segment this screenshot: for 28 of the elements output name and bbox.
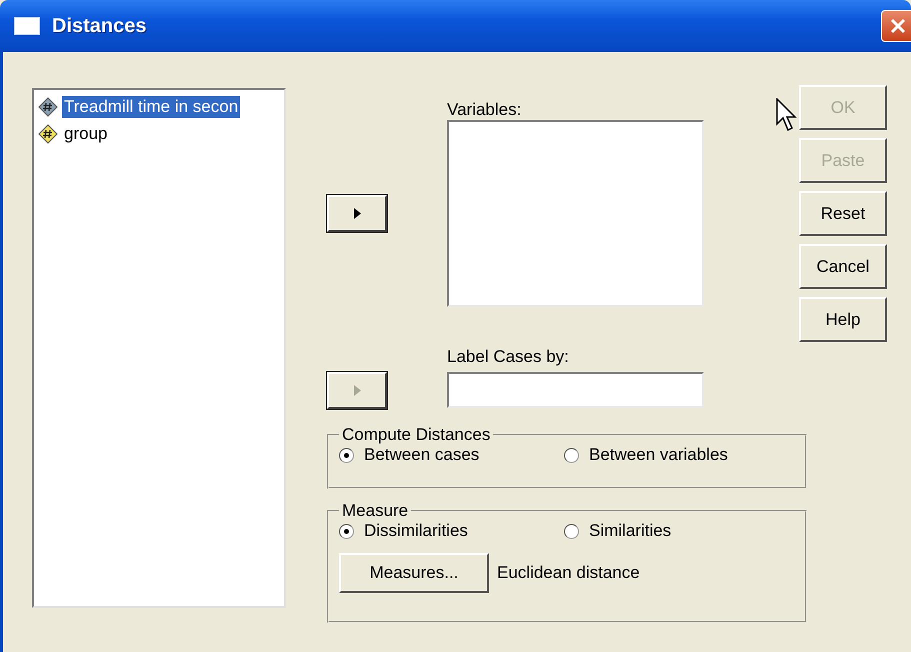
variable-list[interactable]: Treadmill time in secon group: [32, 88, 286, 608]
radio-button[interactable]: [339, 524, 354, 538]
group-title: Measure: [341, 501, 410, 521]
measure-value: Euclidean distance: [497, 563, 640, 583]
radio-label: Between cases: [364, 445, 480, 465]
arrow-right-icon: [354, 385, 360, 396]
radio-button[interactable]: [564, 524, 579, 538]
radio-label: Between variables: [589, 445, 728, 465]
variable-item[interactable]: group: [36, 123, 282, 145]
field-label: Variables:: [447, 100, 522, 120]
field-label: Label Cases by:: [447, 347, 570, 367]
radio-button[interactable]: [339, 448, 354, 462]
radio-label: Similarities: [589, 521, 672, 541]
dialog-button[interactable]: Reset: [799, 191, 887, 236]
measures-button[interactable]: Measures...: [339, 553, 489, 593]
dialog-button[interactable]: Help: [799, 297, 887, 342]
label-cases-field[interactable]: [447, 372, 704, 408]
close-icon: [889, 17, 907, 35]
mouse-pointer-icon: [776, 98, 800, 134]
radio-label: Dissimilarities: [364, 521, 468, 541]
dialog-button[interactable]: Cancel: [799, 244, 887, 289]
group-title: Compute Distances: [341, 425, 492, 445]
window-icon: [14, 17, 40, 35]
arrow-right-icon: [354, 208, 360, 219]
radio-button[interactable]: [564, 448, 579, 462]
close-button[interactable]: [881, 10, 911, 42]
window-title: Distances: [52, 14, 148, 38]
move-right-button[interactable]: [327, 195, 387, 232]
